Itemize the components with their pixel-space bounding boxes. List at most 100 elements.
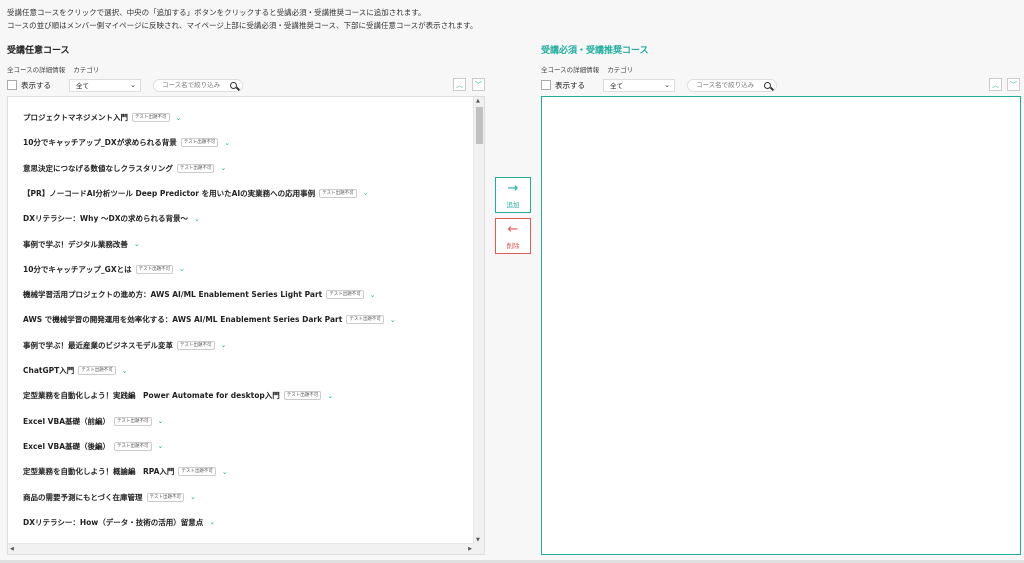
course-name: AWS で機械学習の開発運用を効率化する：AWS AI/ML Enablemen… xyxy=(23,315,343,325)
right-sort-up-button[interactable]: ︿ xyxy=(989,78,1002,91)
list-item[interactable]: ChatGPT入門 テスト出題不可 ⌄ xyxy=(23,365,128,376)
list-item[interactable]: 事例で学ぶ！最近産業のビジネスモデル変革 テスト出題不可 ⌄ xyxy=(23,340,226,351)
test-badge: テスト出題不可 xyxy=(326,290,364,300)
test-badge: テスト出題不可 xyxy=(146,492,185,502)
list-item[interactable]: DXリテラシー：How（データ・技術の活用）留意点 ⌄ xyxy=(23,517,215,528)
list-item[interactable]: Excel VBA基礎（後編） テスト出題不可 ⌄ xyxy=(23,441,163,452)
course-name: 商品の需要予測にもとづく在庫管理 xyxy=(23,492,143,502)
chevron-down-icon[interactable]: ⌄ xyxy=(134,240,140,248)
scroll-right-icon[interactable]: ▶ xyxy=(468,546,472,552)
right-sort-down-button[interactable]: ﹀ xyxy=(1007,78,1020,91)
list-item[interactable]: 事例で学ぶ！デジタル業務改善 ⌄ xyxy=(23,239,140,250)
course-name: DXリテラシー：Why ～DXの求められる背景～ xyxy=(23,214,188,224)
right-search-input[interactable] xyxy=(696,81,756,89)
chevron-down-icon[interactable]: ⌄ xyxy=(390,316,396,324)
intro-line-2: コースの並び順はメンバー側マイページに反映され、マイページ上部に受講必須・受講推… xyxy=(7,21,478,30)
add-course-button[interactable]: → 追加 xyxy=(495,177,531,213)
course-name: 機械学習活用プロジェクトの進め方：AWS AI/ML Enablement Se… xyxy=(23,290,323,300)
left-search-input[interactable] xyxy=(162,81,222,89)
required-courses-title: 受講必須・受講推奨コース xyxy=(541,46,649,56)
course-name: 定型業務を自動化しよう！実践編 Power Automate for deskt… xyxy=(23,391,280,401)
chevron-down-icon[interactable]: ⌄ xyxy=(209,518,215,526)
list-item[interactable]: AWS で機械学習の開発運用を効率化する：AWS AI/ML Enablemen… xyxy=(23,314,396,325)
chevron-down-icon[interactable]: ⌄ xyxy=(370,291,376,299)
list-item[interactable]: 定型業務を自動化しよう！実践編 Power Automate for deskt… xyxy=(23,390,333,401)
left-show-checkbox[interactable] xyxy=(7,80,17,90)
scroll-left-icon[interactable]: ◀ xyxy=(10,546,14,552)
chevron-down-icon[interactable]: ⌄ xyxy=(122,367,128,375)
scroll-up-icon[interactable]: ▲ xyxy=(476,98,480,104)
right-search-field[interactable] xyxy=(687,78,777,92)
chevron-down-icon[interactable]: ⌄ xyxy=(176,114,182,122)
chevron-down-icon: ⌄ xyxy=(130,81,136,89)
right-show-label: 表示する xyxy=(555,80,585,90)
delete-button-label: 削除 xyxy=(506,241,520,250)
list-item[interactable]: DXリテラシー：Why ～DXの求められる背景～ ⌄ xyxy=(23,213,200,224)
chevron-down-icon: ﹀ xyxy=(475,80,482,89)
list-item[interactable]: 機械学習活用プロジェクトの進め方：AWS AI/ML Enablement Se… xyxy=(23,289,376,300)
list-item[interactable]: 【PR】ノーコードAI分析ツール Deep Predictor を用いたAIの実… xyxy=(23,188,369,199)
chevron-down-icon[interactable]: ⌄ xyxy=(222,468,228,476)
test-badge: テスト出題不可 xyxy=(177,340,215,350)
course-name: 【PR】ノーコードAI分析ツール Deep Predictor を用いたAIの実… xyxy=(23,188,316,198)
test-badge: テスト出題不可 xyxy=(283,391,322,401)
course-name: 10分でキャッチアップ_GXとは xyxy=(23,264,132,274)
right-meta: 全コースの詳細情報 カテゴリ xyxy=(541,64,639,74)
required-course-list[interactable] xyxy=(541,96,1021,555)
list-item[interactable]: 商品の需要予測にもとづく在庫管理 テスト出題不可 ⌄ xyxy=(23,492,196,503)
test-badge: テスト出題不可 xyxy=(78,366,116,375)
left-sort-up-button[interactable]: ︿ xyxy=(453,78,466,91)
chevron-down-icon[interactable]: ⌄ xyxy=(179,265,185,273)
left-detail-link[interactable]: 全コースの詳細情報 xyxy=(7,66,65,74)
chevron-down-icon[interactable]: ⌄ xyxy=(221,341,227,349)
search-icon[interactable] xyxy=(230,81,237,89)
list-item[interactable]: 意思決定につなげる数値なしクラスタリング テスト出題不可 ⌄ xyxy=(23,163,226,174)
course-name: ChatGPT入門 xyxy=(23,366,75,375)
course-name: 事例で学ぶ！デジタル業務改善 xyxy=(23,239,128,249)
right-category-link[interactable]: カテゴリ xyxy=(607,66,633,74)
arrow-left-icon: ← xyxy=(507,221,519,237)
vertical-scrollbar[interactable]: ▲ ▼ xyxy=(473,97,484,544)
test-badge: テスト出題不可 xyxy=(180,138,219,148)
test-badge: テスト出題不可 xyxy=(176,163,215,173)
list-item[interactable]: 10分でキャッチアップ_GXとは テスト出題不可 ⌄ xyxy=(23,264,185,275)
chevron-down-icon: ⌄ xyxy=(664,81,670,89)
list-item[interactable]: Excel VBA基礎（前編） テスト出題不可 ⌄ xyxy=(23,416,163,427)
test-badge: テスト出題不可 xyxy=(135,264,174,274)
course-name: プロジェクトマネジメント入門 xyxy=(23,113,128,122)
left-select-value: 全て xyxy=(76,82,89,90)
chevron-down-icon[interactable]: ⌄ xyxy=(158,442,164,450)
left-search-field[interactable] xyxy=(153,78,243,92)
test-badge: テスト出題不可 xyxy=(114,441,152,451)
right-detail-link[interactable]: 全コースの詳細情報 xyxy=(541,66,599,74)
horizontal-scrollbar[interactable]: ◀ ▶ xyxy=(8,543,474,554)
course-name: Excel VBA基礎（後編） xyxy=(23,441,111,451)
course-name: 10分でキャッチアップ_DXが求められる背景 xyxy=(23,138,177,148)
left-category-select[interactable]: 全て ⌄ xyxy=(69,78,141,92)
test-badge: テスト出題不可 xyxy=(178,467,216,477)
test-badge: テスト出題不可 xyxy=(132,113,170,122)
delete-course-button[interactable]: ← 削除 xyxy=(495,218,531,254)
chevron-down-icon: ﹀ xyxy=(1010,80,1017,89)
list-item[interactable]: 10分でキャッチアップ_DXが求められる背景 テスト出題不可 ⌄ xyxy=(23,137,230,148)
scrollbar-thumb[interactable] xyxy=(476,107,483,144)
right-category-select[interactable]: 全て ⌄ xyxy=(603,78,675,92)
left-filter-row: 表示する 全て ⌄ xyxy=(7,77,243,93)
add-button-label: 追加 xyxy=(506,200,520,209)
right-show-checkbox[interactable] xyxy=(541,80,551,90)
chevron-down-icon[interactable]: ⌄ xyxy=(363,189,369,197)
chevron-down-icon[interactable]: ⌄ xyxy=(220,164,226,172)
left-show-label: 表示する xyxy=(21,80,51,90)
list-item[interactable]: プロジェクトマネジメント入門 テスト出題不可 ⌄ xyxy=(23,112,181,123)
list-item[interactable]: 定型業務を自動化しよう！概論編 RPA入門 テスト出題不可 ⌄ xyxy=(23,466,228,477)
search-icon[interactable] xyxy=(764,81,771,89)
chevron-down-icon[interactable]: ⌄ xyxy=(194,215,200,223)
intro-line-1: 受講任意コースをクリックで選択、中央の「追加する」ボタンをクリックすると受講必須… xyxy=(7,8,426,17)
left-sort-down-button[interactable]: ﹀ xyxy=(472,78,485,91)
chevron-down-icon[interactable]: ⌄ xyxy=(158,417,164,425)
chevron-down-icon[interactable]: ⌄ xyxy=(224,139,230,147)
chevron-down-icon[interactable]: ⌄ xyxy=(327,392,333,400)
optional-course-list[interactable]: プロジェクトマネジメント入門 テスト出題不可 ⌄ 10分でキャッチアップ_DXが求めら… xyxy=(7,96,485,555)
chevron-down-icon[interactable]: ⌄ xyxy=(190,493,196,501)
left-category-link[interactable]: カテゴリ xyxy=(73,66,99,74)
